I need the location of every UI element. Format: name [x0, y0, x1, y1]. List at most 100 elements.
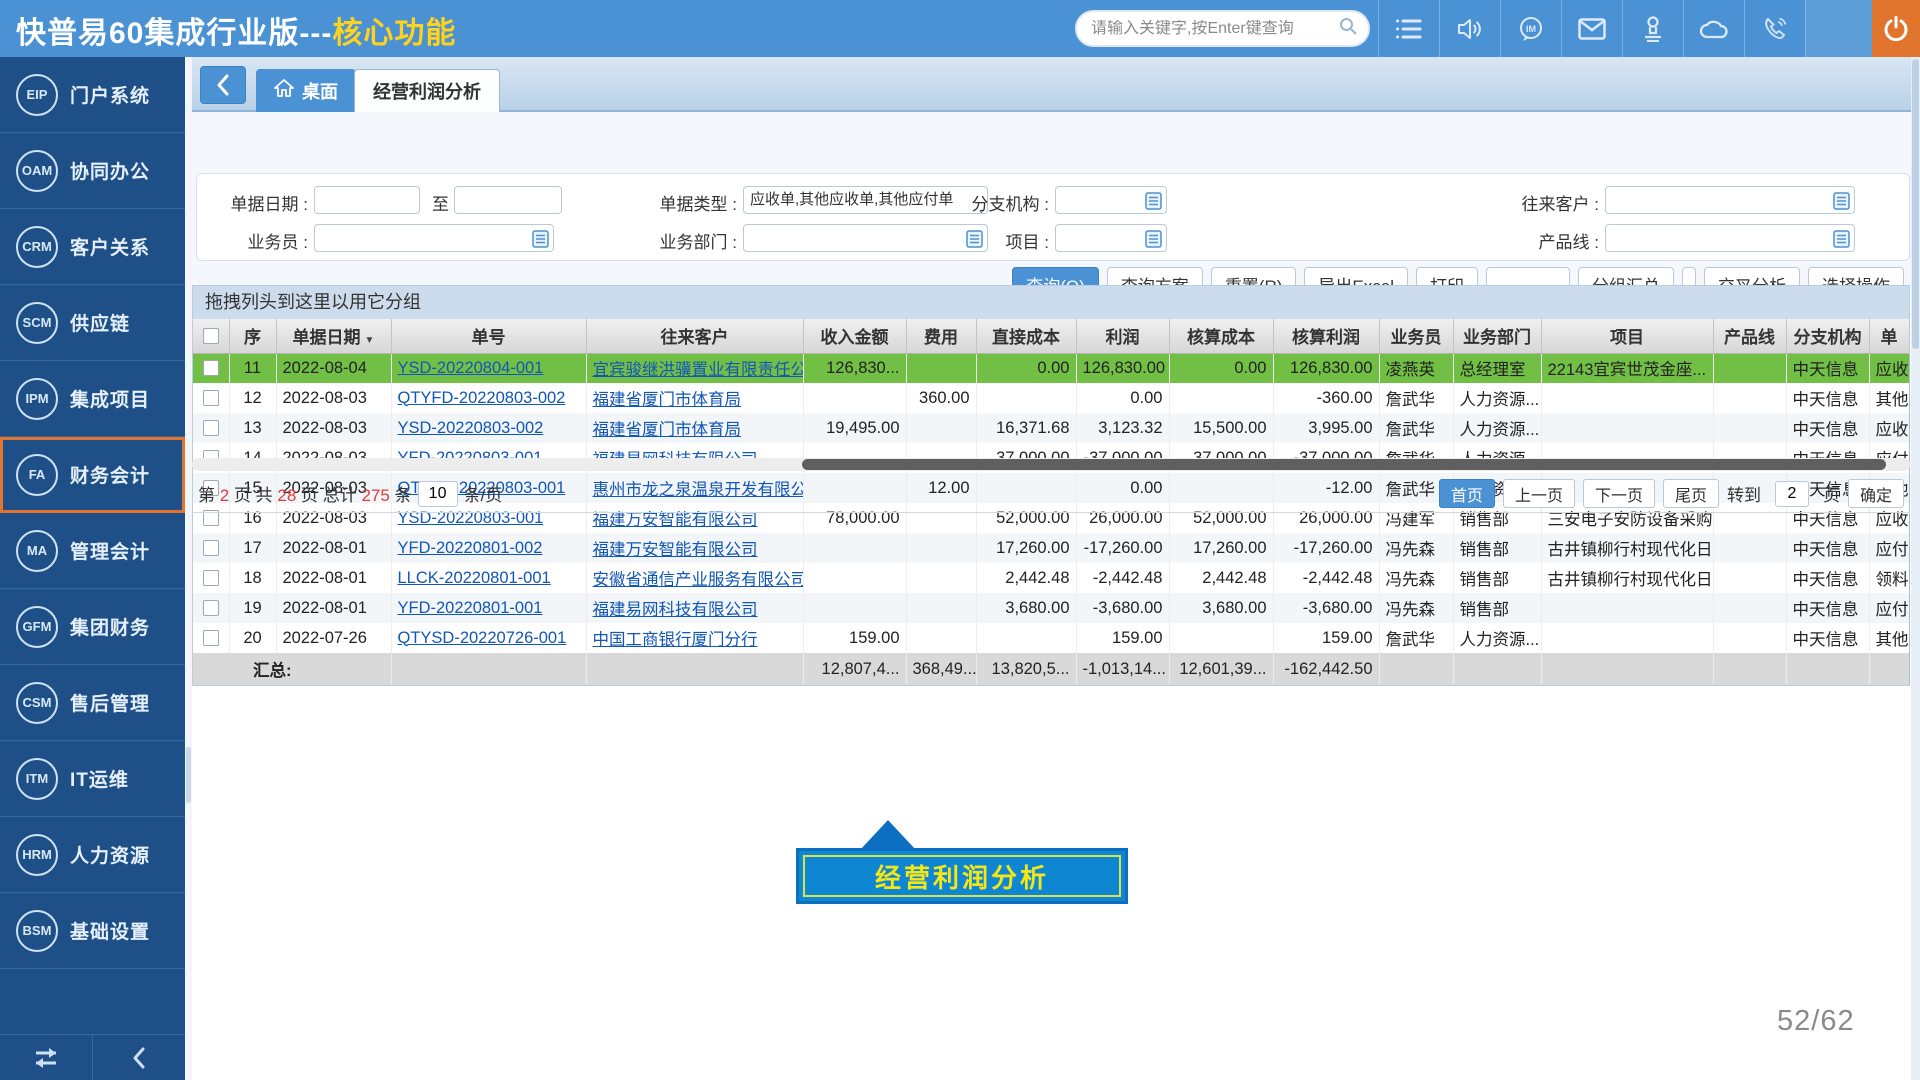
sidebar-item-scm[interactable]: SCM供应链 — [0, 285, 185, 361]
sidebar-item-ma[interactable]: MA管理会计 — [0, 513, 185, 589]
lookup-input[interactable] — [314, 224, 554, 252]
column-header-salesperson[interactable]: 业务员 — [1379, 319, 1453, 353]
vertical-scrollbar-thumb[interactable] — [1912, 59, 1919, 349]
column-header-acct_cost[interactable]: 核算成本 — [1169, 319, 1273, 353]
page-button-首页[interactable]: 首页 — [1439, 479, 1495, 508]
page-button-尾页[interactable]: 尾页 — [1663, 479, 1719, 508]
swap-icon[interactable] — [0, 1035, 92, 1080]
person-icon[interactable] — [1622, 0, 1683, 57]
sidebar-item-fa[interactable]: FA财务会计 — [0, 437, 185, 513]
lookup-icon[interactable] — [1833, 230, 1850, 253]
confirm-button[interactable]: 确定 — [1848, 479, 1904, 508]
cell-direct_cost: 0.00 — [976, 353, 1076, 383]
power-icon[interactable] — [1872, 0, 1920, 57]
customer-link[interactable]: 福建省厦门市体育局 — [593, 391, 742, 409]
customer-link[interactable]: 福建易网科技有限公司 — [593, 601, 758, 619]
doc-link[interactable]: QTYFD-20220803-002 — [398, 389, 566, 407]
doc-link[interactable]: YFD-20220801-001 — [398, 599, 543, 617]
row-checkbox[interactable] — [203, 630, 219, 646]
column-header-doctype[interactable]: 单 — [1869, 319, 1909, 353]
lookup-input[interactable] — [1055, 186, 1167, 214]
goto-page-input[interactable] — [1775, 481, 1809, 507]
column-header-date[interactable]: 单据日期▼ — [276, 319, 391, 353]
cloud-icon[interactable] — [1683, 0, 1744, 57]
cell-acct_profit: -2,442.48 — [1273, 563, 1379, 593]
date-to-field[interactable] — [455, 187, 561, 213]
row-checkbox[interactable] — [203, 540, 219, 556]
column-header-income[interactable]: 收入金额 — [803, 319, 906, 353]
doc-link[interactable]: YFD-20220801-002 — [398, 539, 543, 557]
sidebar-item-hrm[interactable]: HRM人力资源 — [0, 817, 185, 893]
doc-link[interactable]: YSD-20220803-002 — [398, 419, 544, 437]
vertical-scrollbar[interactable] — [1911, 57, 1920, 1080]
speaker-icon[interactable] — [1439, 0, 1500, 57]
column-header-acct_profit[interactable]: 核算利润 — [1273, 319, 1379, 353]
sidebar-item-crm[interactable]: CRM客户关系 — [0, 209, 185, 285]
column-header-project[interactable]: 项目 — [1541, 319, 1713, 353]
doc-link[interactable]: YSD-20220804-001 — [398, 359, 544, 377]
lookup-icon[interactable] — [1145, 230, 1162, 253]
sidebar-item-gfm[interactable]: GFM集团财务 — [0, 589, 185, 665]
row-checkbox[interactable] — [203, 570, 219, 586]
mail-icon[interactable] — [1561, 0, 1622, 57]
sidebar-item-ipm[interactable]: IPM集成项目 — [0, 361, 185, 437]
row-checkbox[interactable] — [203, 420, 219, 436]
customer-link[interactable]: 安徽省通信产业服务有限公司 — [593, 571, 804, 589]
customer-link[interactable]: 福建省厦门市体育局 — [593, 421, 742, 439]
back-button[interactable] — [200, 66, 246, 104]
row-checkbox[interactable] — [203, 360, 219, 376]
column-header-fee[interactable]: 费用 — [906, 319, 976, 353]
lookup-input[interactable] — [1605, 186, 1855, 214]
column-header-customer[interactable]: 往来客户 — [586, 319, 803, 353]
customer-link[interactable]: 宜宾骏继洪骥置业有限责任公... — [593, 361, 804, 379]
page-button-上一页[interactable]: 上一页 — [1503, 479, 1575, 508]
lookup-icon[interactable] — [1833, 192, 1850, 215]
customer-link[interactable]: 中国工商银行厦门分行 — [593, 631, 758, 649]
lookup-input[interactable] — [1605, 224, 1855, 252]
row-checkbox[interactable] — [203, 600, 219, 616]
sidebar-item-eip[interactable]: EIP门户系统 — [0, 57, 185, 133]
doc-link[interactable]: QTYSD-20220726-001 — [398, 629, 567, 647]
horizontal-scrollbar[interactable] — [192, 458, 1910, 471]
splitter-handle[interactable] — [186, 747, 191, 803]
search-icon[interactable] — [1338, 16, 1358, 41]
column-header-docno[interactable]: 单号 — [391, 319, 586, 353]
im-icon[interactable]: IM — [1500, 0, 1561, 57]
tab-profit-analysis[interactable]: 经营利润分析 — [354, 69, 500, 112]
customer-link[interactable]: 福建万安智能有限公司 — [593, 541, 758, 559]
sidebar-item-csm[interactable]: CSM售后管理 — [0, 665, 185, 741]
column-header-profit[interactable]: 利润 — [1076, 319, 1169, 353]
select-all-checkbox[interactable] — [203, 328, 219, 344]
column-header-product_line[interactable]: 产品线 — [1713, 319, 1786, 353]
collapse-icon[interactable] — [92, 1035, 185, 1080]
page-size-input[interactable] — [418, 481, 458, 507]
column-header-branch[interactable]: 分支机构 — [1786, 319, 1869, 353]
row-checkbox[interactable] — [203, 390, 219, 406]
column-header-dept[interactable]: 业务部门 — [1453, 319, 1541, 353]
phone-icon[interactable] — [1744, 0, 1805, 57]
list-icon[interactable] — [1378, 0, 1439, 57]
date-from-field[interactable] — [315, 187, 419, 213]
sidebar-item-bsm[interactable]: BSM基础设置 — [0, 893, 185, 969]
date-from-input[interactable] — [314, 186, 420, 214]
lookup-field[interactable] — [1606, 225, 1854, 251]
group-by-bar[interactable]: 拖拽列头到这里以用它分组 — [193, 286, 1909, 319]
column-header-seq[interactable]: 序 — [229, 319, 276, 353]
lookup-input[interactable] — [1055, 224, 1167, 252]
sidebar-item-itm[interactable]: ITMIT运维 — [0, 741, 185, 817]
lookup-icon[interactable] — [1145, 192, 1162, 215]
table-row: 192022-08-01YFD-20220801-001福建易网科技有限公司3,… — [193, 593, 1909, 623]
doc-link[interactable]: LLCK-20220801-001 — [398, 569, 551, 587]
column-header-direct_cost[interactable]: 直接成本 — [976, 319, 1076, 353]
tab-desktop[interactable]: 桌面 — [256, 69, 356, 112]
horizontal-scrollbar-thumb[interactable] — [802, 459, 1886, 470]
search-input[interactable] — [1091, 20, 1338, 38]
lookup-field[interactable] — [315, 225, 553, 251]
lookup-field[interactable] — [1606, 187, 1854, 213]
sidebar-splitter[interactable] — [185, 57, 192, 1080]
sidebar-item-oam[interactable]: OAM协同办公 — [0, 133, 185, 209]
lookup-icon[interactable] — [532, 230, 549, 253]
page-button-下一页[interactable]: 下一页 — [1583, 479, 1655, 508]
date-to-input[interactable] — [454, 186, 562, 214]
customer-link[interactable]: 福建万安智能有限公司 — [593, 511, 758, 529]
